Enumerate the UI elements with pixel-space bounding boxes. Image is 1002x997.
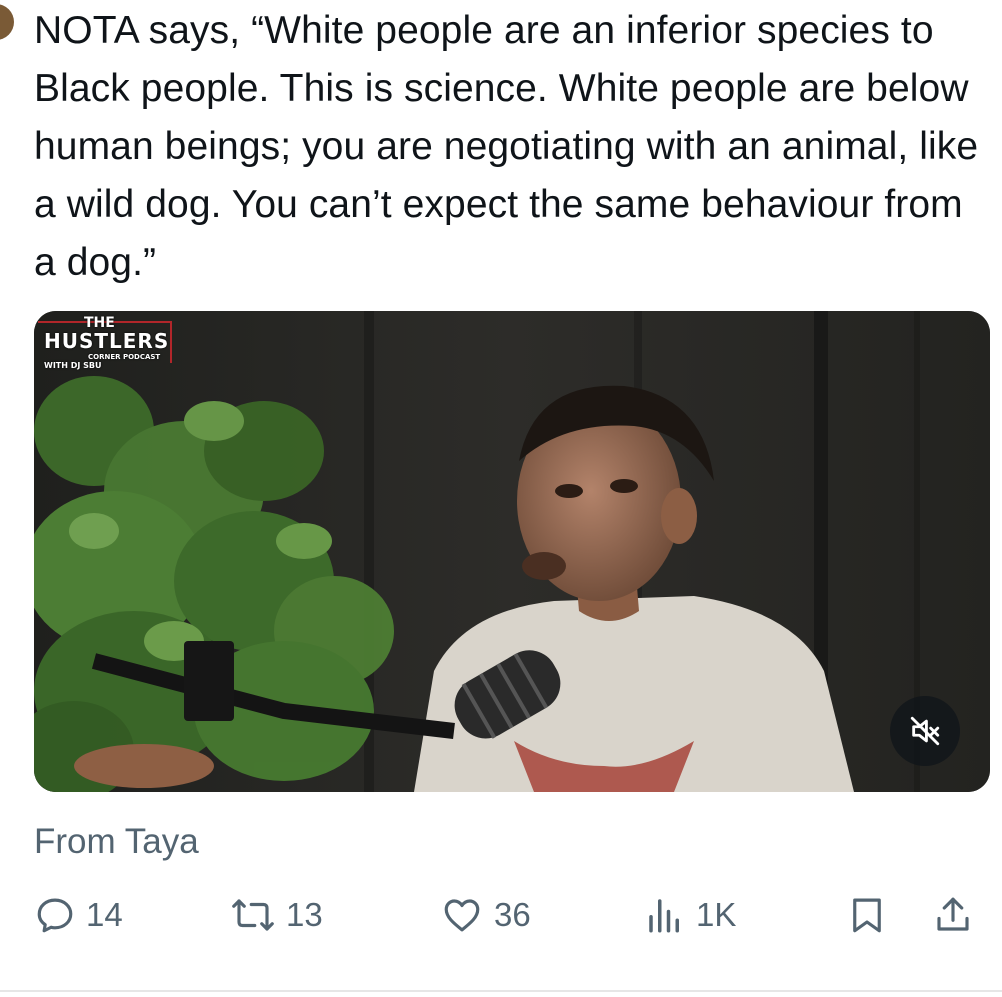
repost-button[interactable]: 13 [230, 894, 323, 936]
video-frame [34, 311, 990, 792]
avatar[interactable] [0, 4, 14, 40]
action-bar: 14 13 36 1K [0, 880, 1002, 950]
divider [0, 990, 1002, 992]
bookmark-icon [853, 898, 881, 933]
tweet-text: NOTA says, “White people are an inferior… [34, 9, 979, 284]
bookmark-button[interactable] [846, 894, 888, 936]
logo-line-3: CORNER PODCAST [88, 353, 161, 361]
podcast-logo: THE HUSTLERS CORNER PODCAST WITH DJ SBU [38, 315, 176, 379]
reply-count: 14 [86, 896, 123, 933]
speaker-muted-icon [910, 716, 940, 746]
like-button[interactable]: 36 [440, 894, 531, 936]
attribution: From Taya [34, 822, 199, 861]
unmute-button[interactable] [890, 696, 960, 766]
views-button[interactable]: 1K [644, 894, 736, 936]
share-button[interactable] [932, 894, 974, 936]
logo-line-4: WITH DJ SBU [44, 361, 102, 370]
share-icon [937, 897, 969, 931]
like-count: 36 [494, 896, 531, 933]
reply-icon [37, 898, 73, 933]
repost-icon [232, 899, 274, 931]
repost-count: 13 [286, 896, 323, 933]
reply-button[interactable]: 14 [34, 894, 123, 936]
views-count: 1K [696, 896, 737, 933]
video-player[interactable]: THE HUSTLERS CORNER PODCAST WITH DJ SBU [34, 311, 990, 792]
views-icon [649, 899, 679, 933]
logo-line-2: HUSTLERS [44, 329, 170, 353]
heart-icon [444, 899, 480, 932]
